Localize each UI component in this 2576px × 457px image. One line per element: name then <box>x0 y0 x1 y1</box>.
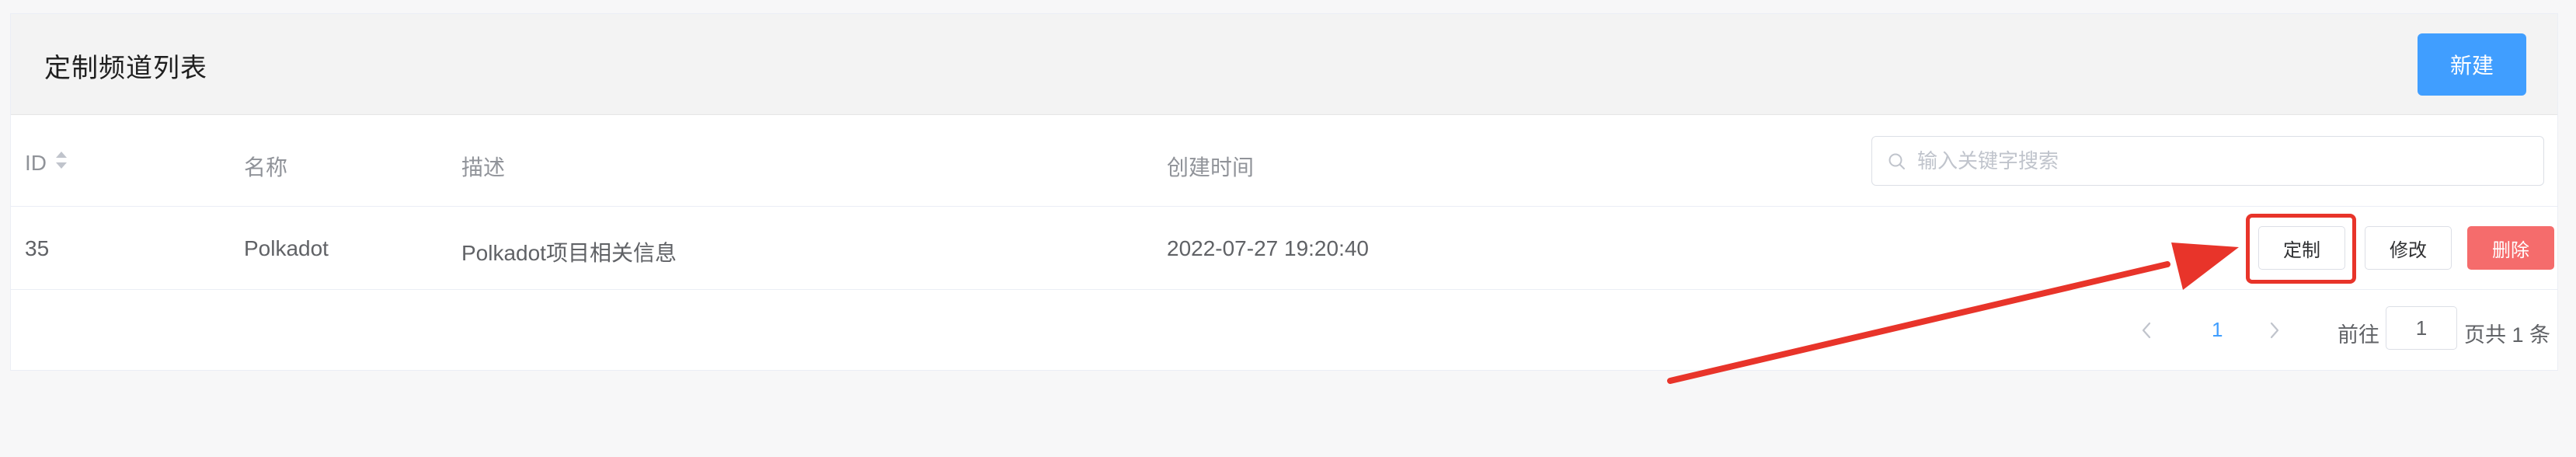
cell-id: 35 <box>25 236 50 260</box>
channel-list-panel: 定制频道列表 新建 ID 名称 描述 创建时间 35 Polkadot Polk… <box>10 13 2558 371</box>
column-header-name: 名称 <box>244 155 288 180</box>
total-label: 页共 1 条 <box>2464 323 2551 347</box>
next-page-button[interactable] <box>2268 320 2282 346</box>
column-header-created-at: 创建时间 <box>1167 155 1255 180</box>
prev-page-button[interactable] <box>2139 320 2153 346</box>
panel-header: 定制频道列表 新建 <box>11 14 2557 115</box>
search-input[interactable] <box>1916 137 2529 185</box>
cell-created-at: 2022-07-27 19:20:40 <box>1167 236 1369 260</box>
goto-label: 前往 <box>2338 323 2379 347</box>
pagination: 1 前往 页共 1 条 <box>11 291 2557 372</box>
goto-page-input[interactable] <box>2386 306 2457 350</box>
table-row: 35 Polkadot Polkadot项目相关信息 2022-07-27 19… <box>11 208 2557 290</box>
customize-button[interactable]: 定制 <box>2258 226 2345 270</box>
column-header-id[interactable]: ID <box>25 151 68 177</box>
column-header-id-label: ID <box>25 151 47 175</box>
edit-button[interactable]: 修改 <box>2365 226 2452 270</box>
page-number-current[interactable]: 1 <box>2212 318 2223 342</box>
search-icon <box>1888 152 1906 175</box>
page-title: 定制频道列表 <box>44 54 207 83</box>
search-box[interactable] <box>1871 136 2544 186</box>
delete-button[interactable]: 删除 <box>2467 226 2554 270</box>
cell-description: Polkadot项目相关信息 <box>461 241 677 265</box>
new-button[interactable]: 新建 <box>2418 33 2526 96</box>
table-header: ID 名称 描述 创建时间 <box>11 115 2557 207</box>
sort-caret-icon[interactable] <box>54 150 68 176</box>
column-header-description: 描述 <box>461 155 506 180</box>
cell-name: Polkadot <box>244 236 329 260</box>
